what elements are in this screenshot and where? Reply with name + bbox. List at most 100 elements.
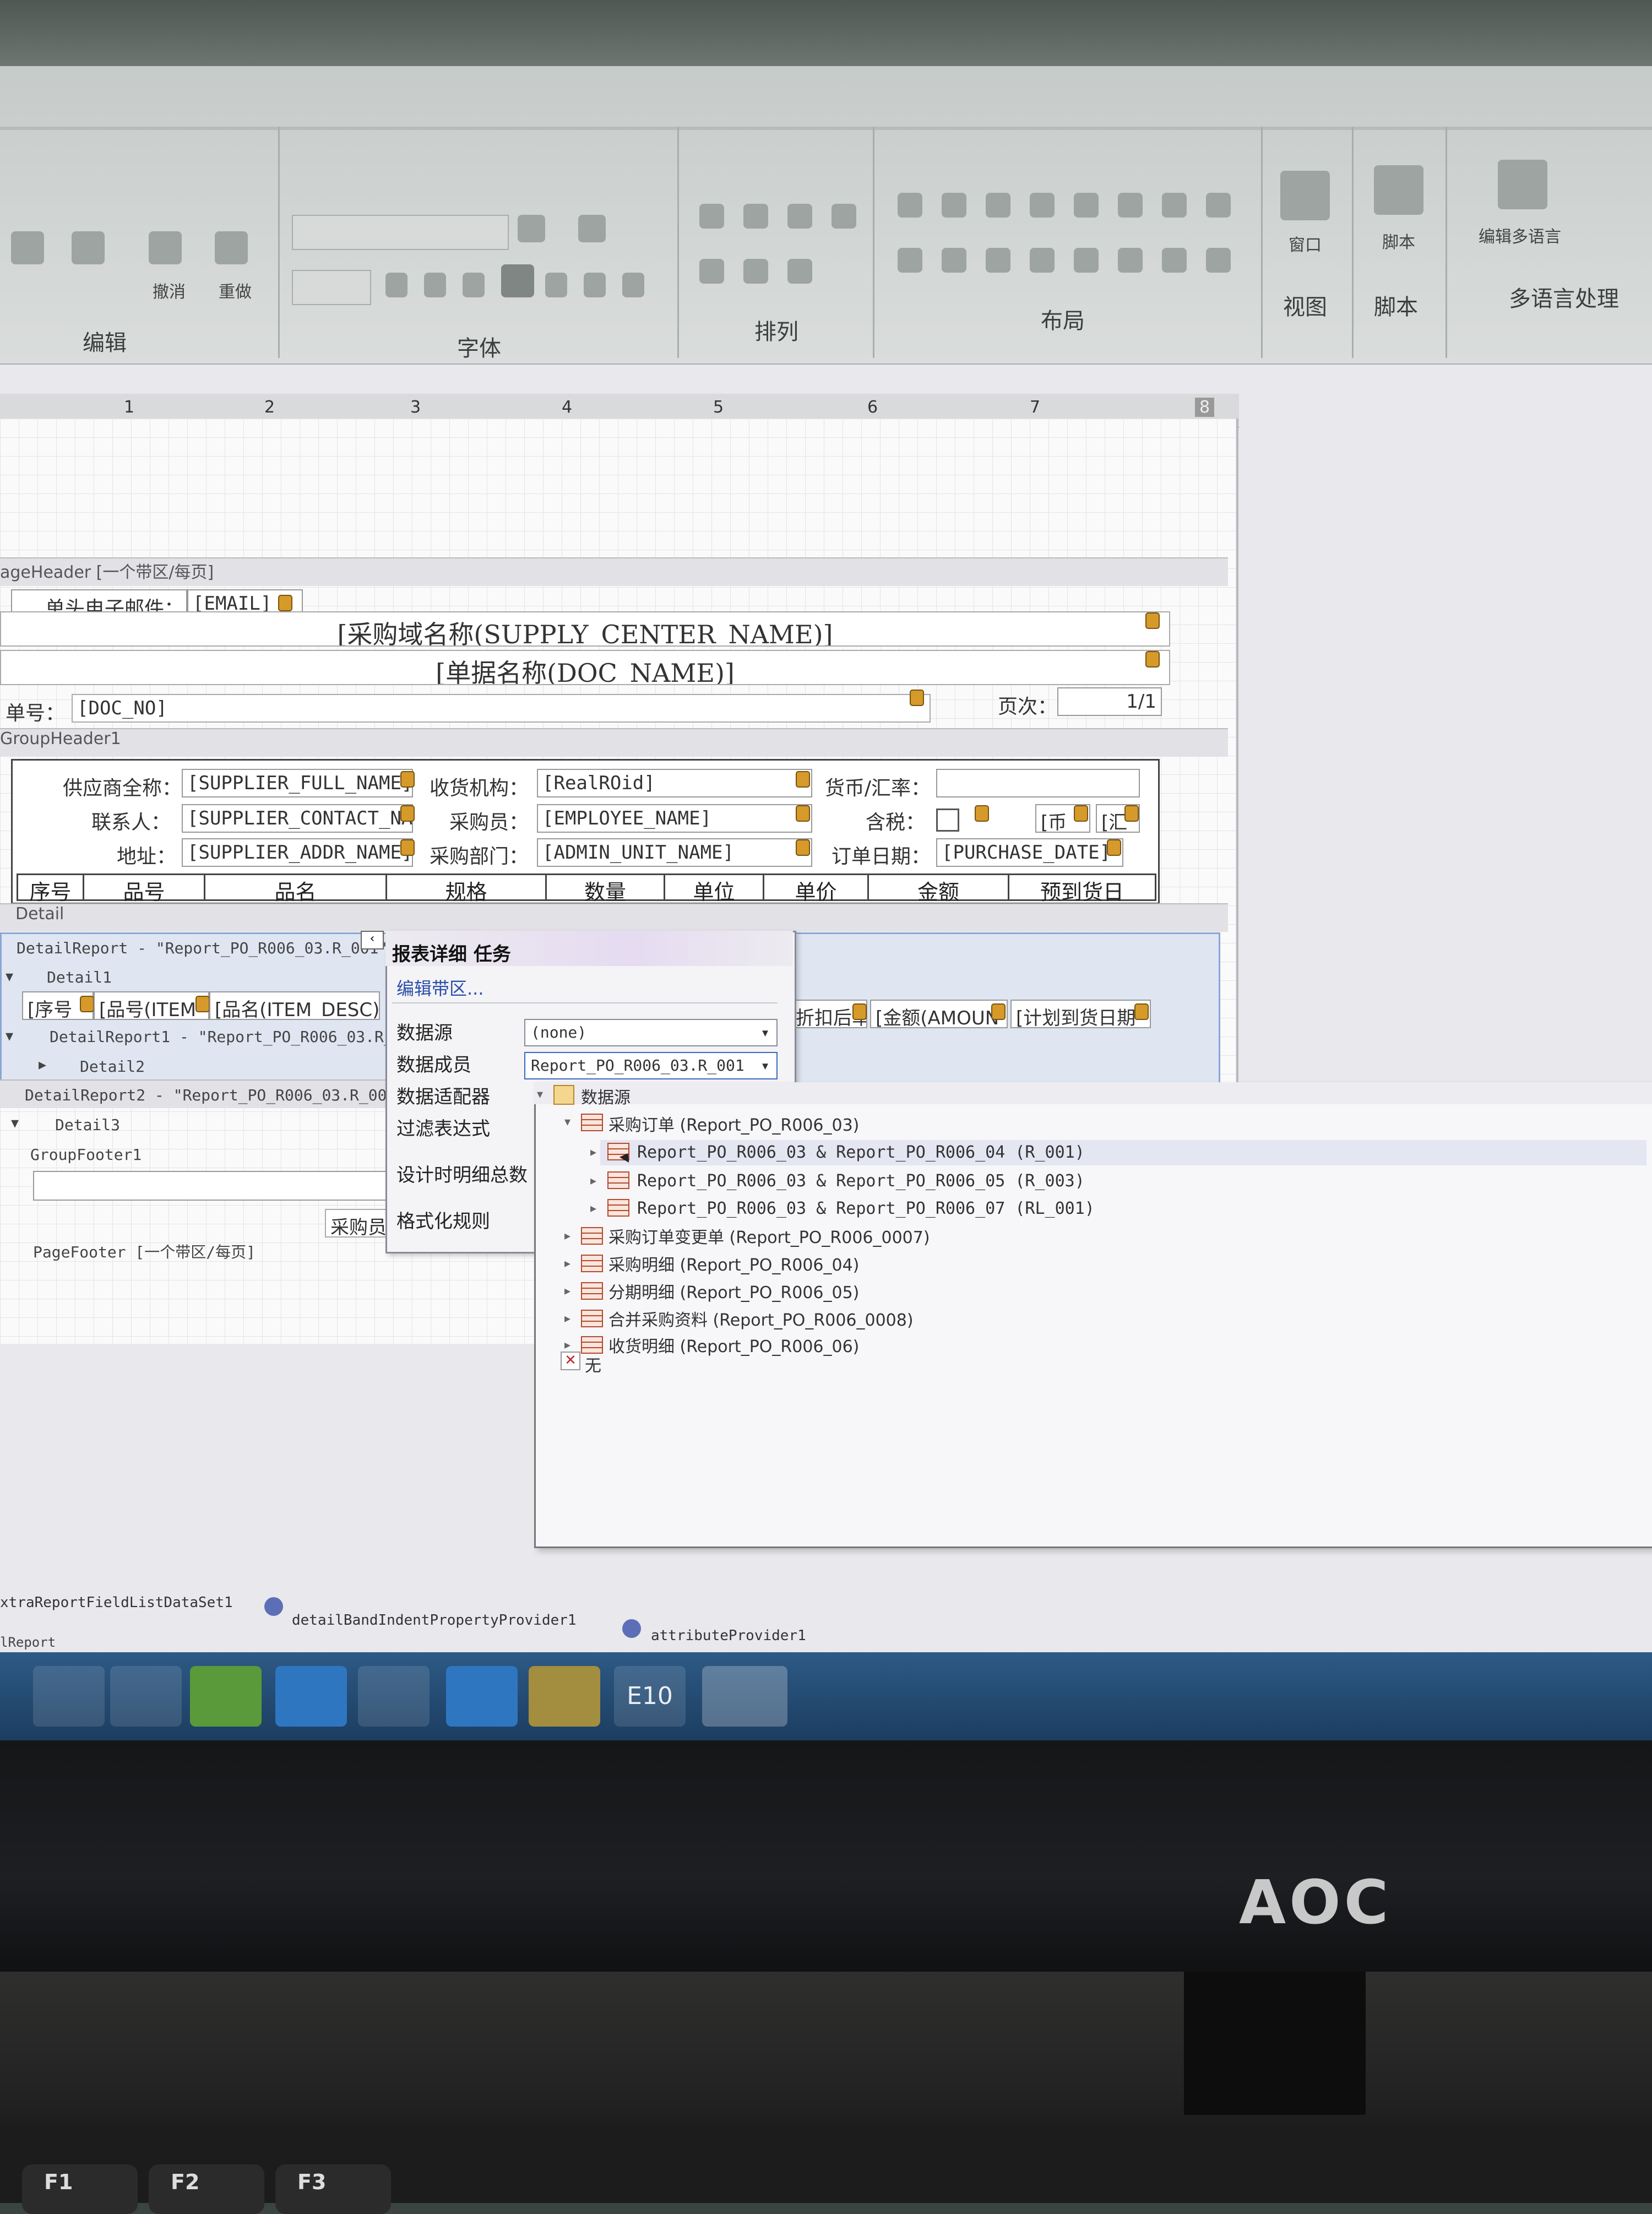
- app-icon[interactable]: [446, 1666, 518, 1727]
- expand-icon[interactable]: ▸: [39, 1055, 46, 1073]
- multilang-icon[interactable]: [1498, 160, 1547, 209]
- layout-tool-16-icon[interactable]: [1206, 248, 1231, 273]
- collapse-icon[interactable]: ▾: [6, 967, 13, 985]
- visual-studio-icon[interactable]: [529, 1666, 600, 1727]
- buyer-label[interactable]: 采购员：: [419, 804, 529, 834]
- layout-tool-14-icon[interactable]: [1118, 248, 1143, 273]
- wechat-icon[interactable]: [190, 1666, 262, 1727]
- group-footer-cell[interactable]: [33, 1171, 388, 1201]
- layout-tool-5-icon[interactable]: [1074, 193, 1099, 218]
- buyer-field[interactable]: [EMPLOYEE_NAME]: [537, 804, 812, 833]
- tray-item-attribute-provider[interactable]: attributeProvider1: [651, 1627, 806, 1644]
- detail1-band-label[interactable]: Detail1: [47, 968, 112, 986]
- tax-checkbox[interactable]: [936, 808, 959, 832]
- redo-icon[interactable]: [215, 231, 248, 264]
- page-no-label[interactable]: 页次：: [931, 688, 1057, 718]
- tray-item-dataset[interactable]: xtraReportFieldListDataSet1: [0, 1594, 233, 1611]
- layout-tool-12-icon[interactable]: [1030, 248, 1055, 273]
- footer-buyer-label[interactable]: 采购员: [325, 1209, 391, 1238]
- border-icon[interactable]: [518, 215, 545, 242]
- detail-report1-band-label[interactable]: DetailReport1 - "Report_PO_R006_03.R_00: [50, 1028, 411, 1046]
- align-middle-icon[interactable]: [787, 204, 812, 229]
- file-explorer-icon[interactable]: [33, 1666, 105, 1727]
- layout-tool-2-icon[interactable]: [942, 193, 966, 218]
- tree-node-po-change[interactable]: 采购订单变更单 (Report_PO_R006_0007): [608, 1224, 930, 1248]
- currency-label[interactable]: 货币/汇率：: [815, 770, 931, 800]
- column-header[interactable]: 数量: [545, 873, 664, 904]
- order-date-label[interactable]: 订单日期：: [815, 838, 931, 868]
- expand-icon[interactable]: ▸: [590, 1174, 596, 1188]
- tree-node-installment[interactable]: 分期明细 (Report_PO_R006_05): [608, 1279, 859, 1303]
- tree-node-relation[interactable]: Report_PO_R006_03 & Report_PO_R006_07 (R…: [637, 1199, 1095, 1218]
- datamember-combo[interactable]: Report_PO_R006_03.R_001 ▾: [524, 1052, 778, 1079]
- smart-tag-collapse-icon[interactable]: ‹: [361, 931, 384, 949]
- column-header[interactable]: 金额: [867, 873, 1008, 904]
- e10-taskbar-button[interactable]: E10: [614, 1666, 686, 1727]
- size-height-icon[interactable]: [743, 259, 768, 284]
- layout-tool-7-icon[interactable]: [1162, 193, 1187, 218]
- layout-tool-9-icon[interactable]: [898, 248, 922, 273]
- italic-icon[interactable]: [424, 273, 446, 297]
- address-label[interactable]: 地址：: [17, 838, 176, 868]
- detail-report-band-label[interactable]: DetailReport - "Report_PO_R006_03.R_001": [17, 939, 388, 957]
- layout-tool-15-icon[interactable]: [1162, 248, 1187, 273]
- datasource-combo[interactable]: (none) ▾: [524, 1019, 778, 1046]
- tree-node-relation[interactable]: Report_PO_R006_03 & Report_PO_R006_04 (R…: [637, 1143, 1085, 1162]
- collapse-icon[interactable]: ▾: [564, 1115, 570, 1129]
- receiver-field[interactable]: [RealROid]: [537, 769, 812, 797]
- column-header[interactable]: 单价: [763, 873, 867, 904]
- column-header[interactable]: 品号: [83, 873, 204, 904]
- detail-cell-planned-date[interactable]: [计划到货日期: [1010, 1000, 1151, 1028]
- report-title-supply-center[interactable]: [采购域名称(SUPPLY_CENTER_NAME)]: [0, 611, 1170, 647]
- font-name-combo[interactable]: [292, 215, 509, 250]
- expand-icon[interactable]: ▸: [564, 1257, 570, 1271]
- layout-tool-6-icon[interactable]: [1118, 193, 1143, 218]
- doc-no-field[interactable]: [DOC_NO]: [72, 694, 931, 723]
- app-icon[interactable]: [702, 1666, 787, 1727]
- column-header[interactable]: 预到货日: [1008, 873, 1156, 904]
- app-icon[interactable]: [275, 1666, 347, 1727]
- script-icon[interactable]: [1374, 165, 1423, 215]
- doc-no-label[interactable]: 单号：: [0, 695, 72, 725]
- address-field[interactable]: [SUPPLIER_ADDR_NAME]: [182, 838, 413, 867]
- align-top-icon[interactable]: [743, 204, 768, 229]
- expand-icon[interactable]: ▸: [564, 1284, 570, 1298]
- expand-icon[interactable]: ▸: [564, 1229, 570, 1243]
- column-header[interactable]: 序号: [17, 873, 83, 904]
- detail-cell-amount[interactable]: [金额(AMOUN: [870, 1000, 1008, 1028]
- supplier-label[interactable]: 供应商全称：: [17, 770, 182, 800]
- layout-tool-11-icon[interactable]: [986, 248, 1010, 273]
- window-button-label[interactable]: 窗口: [1272, 231, 1338, 256]
- supplier-field[interactable]: [SUPPLIER_FULL_NAME]: [182, 769, 413, 797]
- size-both-icon[interactable]: [787, 259, 812, 284]
- tree-node-purchase-detail[interactable]: 采购明细 (Report_PO_R006_04): [608, 1251, 859, 1276]
- detail-report2-band-label[interactable]: DetailReport2 - "Report_PO_R006_03.R_003…: [25, 1086, 405, 1104]
- collapse-icon[interactable]: ▾: [6, 1027, 13, 1045]
- undo-icon[interactable]: [149, 231, 182, 264]
- order-date-field[interactable]: [PURCHASE_DATE]: [936, 838, 1123, 867]
- app-icon[interactable]: [358, 1666, 430, 1727]
- column-header[interactable]: 单位: [664, 873, 763, 904]
- new-icon[interactable]: [11, 231, 44, 264]
- chrome-icon[interactable]: [110, 1666, 182, 1727]
- dept-field[interactable]: [ADMIN_UNIT_NAME]: [537, 838, 812, 867]
- expand-icon[interactable]: ▸: [564, 1338, 570, 1352]
- contact-label[interactable]: 联系人：: [17, 804, 171, 834]
- detail3-band-label[interactable]: Detail3: [55, 1116, 120, 1134]
- delete-icon[interactable]: [72, 231, 105, 264]
- column-header[interactable]: 规格: [385, 873, 545, 904]
- tree-node-relation[interactable]: Report_PO_R006_03 & Report_PO_R006_05 (R…: [637, 1171, 1085, 1191]
- group-header-band[interactable]: GroupHeader1: [0, 728, 1228, 757]
- redo-button-label[interactable]: 重做: [210, 278, 260, 302]
- detail-cell-item[interactable]: [品号(ITEM_: [94, 991, 209, 1020]
- detail-cell-desc[interactable]: [品名(ITEM_DESC)]: [209, 991, 380, 1020]
- receiver-label[interactable]: 收货机构：: [419, 770, 529, 800]
- font-size-combo[interactable]: [292, 270, 371, 305]
- page-header-band[interactable]: ageHeader [一个带区/每页]: [0, 557, 1228, 586]
- align-left-icon[interactable]: [699, 204, 724, 229]
- script-button-label[interactable]: 脚本: [1366, 229, 1432, 253]
- tree-node-receipt-detail[interactable]: 收货明细 (Report_PO_R006_06): [608, 1333, 859, 1357]
- collapse-icon[interactable]: ▾: [537, 1088, 543, 1101]
- page-footer-band-label[interactable]: PageFooter [一个带区/每页]: [33, 1240, 256, 1262]
- expand-icon[interactable]: ▸: [564, 1312, 570, 1326]
